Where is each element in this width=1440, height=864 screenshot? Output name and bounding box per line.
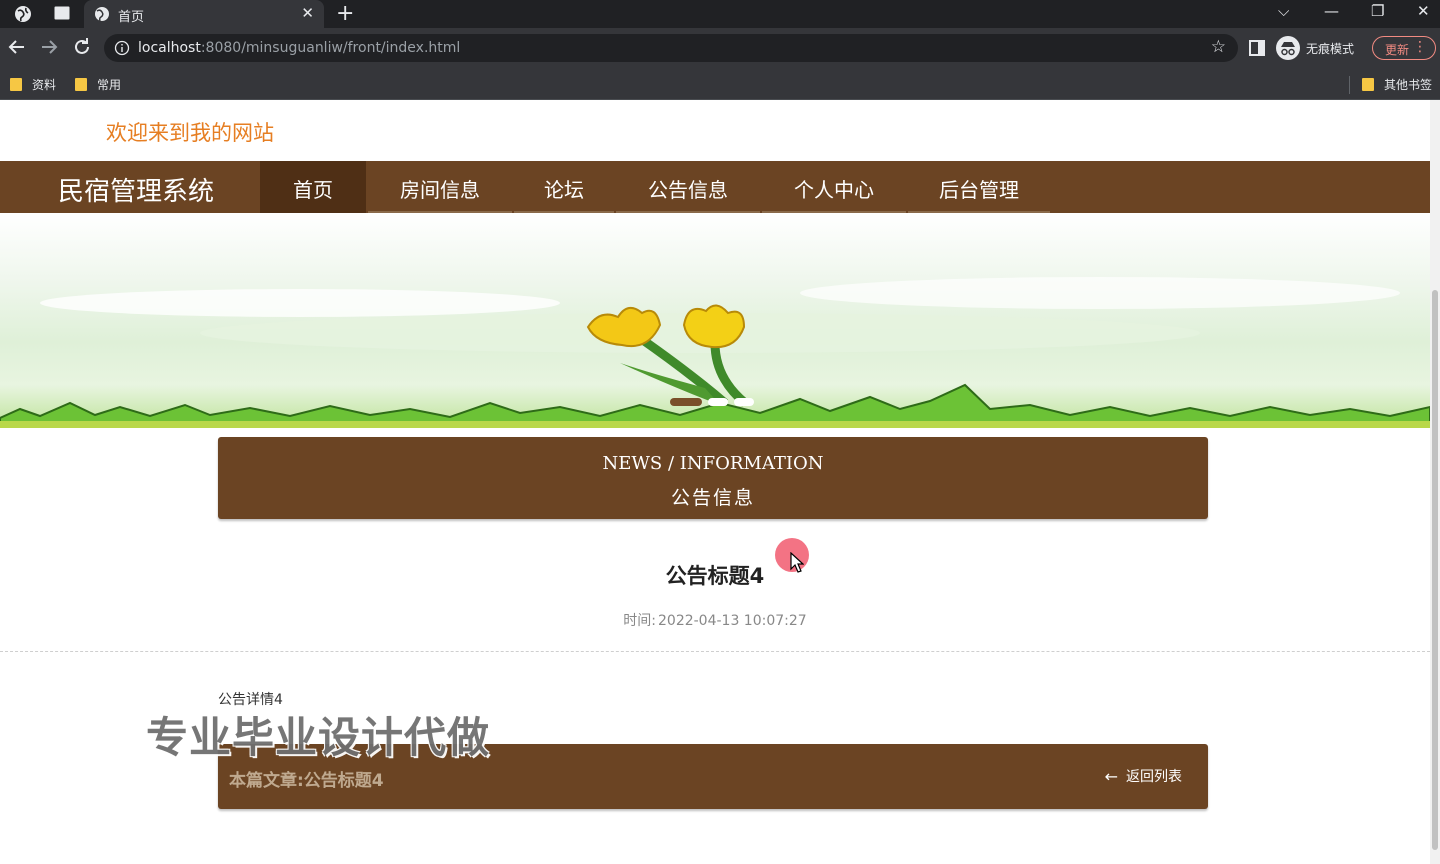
tulip-right [682, 304, 746, 349]
welcome-text: 欢迎来到我的网站 [106, 121, 274, 145]
minimize-button[interactable]: — [1324, 2, 1339, 20]
url-text: localhost:8080/minsuguanliw/front/index.… [138, 40, 460, 56]
reload-icon[interactable] [71, 36, 93, 58]
web-page: 欢迎来到我的网站 民宿管理系统 首页 房间信息 论坛 公告信息 个人中心 后台管… [0, 100, 1440, 864]
folder-icon [1362, 77, 1374, 91]
carousel-indicators [670, 394, 754, 410]
browser-toolbar: localhost:8080/minsuguanliw/front/index.… [0, 28, 1440, 68]
other-bookmarks-label: 其他书签 [1384, 77, 1433, 92]
site-brand: 民宿管理系统 [58, 177, 215, 207]
article-time: 时间: 2022-04-13 10:07:27 [0, 610, 1430, 630]
nav-label: 论坛 [544, 178, 584, 202]
watermark-overlay: 专业毕业设计代做 [146, 713, 491, 762]
bookmark-star-icon[interactable]: ☆ [1211, 37, 1226, 57]
nav-label: 房间信息 [400, 178, 480, 202]
nav-label: 后台管理 [939, 178, 1019, 202]
nav-label: 公告信息 [648, 178, 728, 202]
bookmark-divider [1349, 76, 1350, 94]
bookmark-label: 常用 [97, 77, 122, 92]
main-nav: 民宿管理系统 首页 房间信息 论坛 公告信息 个人中心 后台管理 [0, 161, 1430, 213]
nav-announcements[interactable]: 公告信息 [616, 161, 760, 213]
url-path: :8080/minsuguanliw/front/index.html [200, 40, 461, 56]
close-window-button[interactable]: ✕ [1417, 2, 1430, 20]
globe-icon [95, 7, 109, 22]
nav-profile[interactable]: 个人中心 [762, 161, 906, 213]
page-scrollbar[interactable] [1430, 100, 1440, 864]
globe-icon[interactable] [14, 5, 32, 23]
more-menu-icon[interactable]: ⋮ [1413, 39, 1427, 55]
incognito-indicator[interactable]: 无痕模式 [1276, 35, 1354, 61]
bookmark-folder-ziliao[interactable]: 资料 [10, 74, 56, 94]
section-title-zh: 公告信息 [670, 487, 755, 509]
time-label: 时间: [623, 613, 656, 629]
side-panel-icon[interactable] [1249, 40, 1265, 56]
address-bar[interactable]: localhost:8080/minsuguanliw/front/index.… [104, 34, 1238, 62]
carousel-dot[interactable] [708, 398, 728, 406]
time-value: 2022-04-13 10:07:27 [658, 613, 807, 629]
tab-title: 首页 [118, 10, 145, 25]
back-to-list-link[interactable]: ← 返回列表 [1105, 766, 1182, 786]
incognito-label: 无痕模式 [1306, 41, 1355, 56]
nav-admin[interactable]: 后台管理 [908, 161, 1050, 213]
back-arrow-icon[interactable] [6, 36, 28, 58]
close-tab-icon[interactable]: ✕ [301, 4, 314, 22]
incognito-icon [1276, 36, 1300, 60]
bookmark-label: 资料 [32, 77, 57, 92]
section-header: NEWS / INFORMATION 公告信息 [218, 437, 1208, 519]
new-tab-button[interactable]: + [336, 1, 354, 26]
nav-label: 个人中心 [794, 178, 874, 202]
folder-icon [75, 77, 87, 91]
scrollbar-thumb[interactable] [1432, 290, 1438, 850]
tab-list-chevron-icon[interactable]: ⌵ [1278, 2, 1289, 20]
section-title-en: NEWS / INFORMATION [602, 453, 824, 474]
carousel-dot[interactable] [734, 398, 754, 406]
back-label: 返回列表 [1126, 769, 1182, 785]
carousel-dot-active[interactable] [670, 398, 702, 406]
nav-home[interactable]: 首页 [260, 161, 366, 213]
site-info-icon[interactable] [114, 40, 130, 56]
bookmark-folder-changyong[interactable]: 常用 [75, 74, 121, 94]
forward-arrow-icon[interactable] [38, 36, 60, 58]
nav-rooms[interactable]: 房间信息 [368, 161, 512, 213]
tab-home[interactable]: 首页 ✕ [84, 0, 324, 28]
banner-carousel[interactable] [0, 213, 1430, 428]
bookmarks-bar: 资料 常用 其他书签 [0, 68, 1440, 100]
article-title: 公告标题4 [665, 564, 765, 588]
restore-button[interactable]: ❐ [1371, 2, 1384, 20]
nav-label: 首页 [293, 178, 333, 202]
folder-icon [10, 77, 22, 91]
browser-tab-strip: 首页 ✕ + ⌵ — ❐ ✕ [0, 0, 1440, 28]
tab-search-icon[interactable] [54, 6, 70, 20]
url-host: localhost [138, 40, 201, 56]
nav-forum[interactable]: 论坛 [514, 161, 614, 213]
current-article-label: 本篇文章:公告标题4 [229, 771, 384, 791]
arrow-left-icon: ← [1104, 766, 1118, 786]
update-label: 更新 [1385, 43, 1410, 57]
content-divider [0, 651, 1430, 652]
other-bookmarks-folder[interactable]: 其他书签 [1362, 74, 1432, 94]
update-button[interactable]: 更新 ⋮ [1372, 36, 1436, 60]
mouse-cursor-icon [790, 552, 804, 573]
